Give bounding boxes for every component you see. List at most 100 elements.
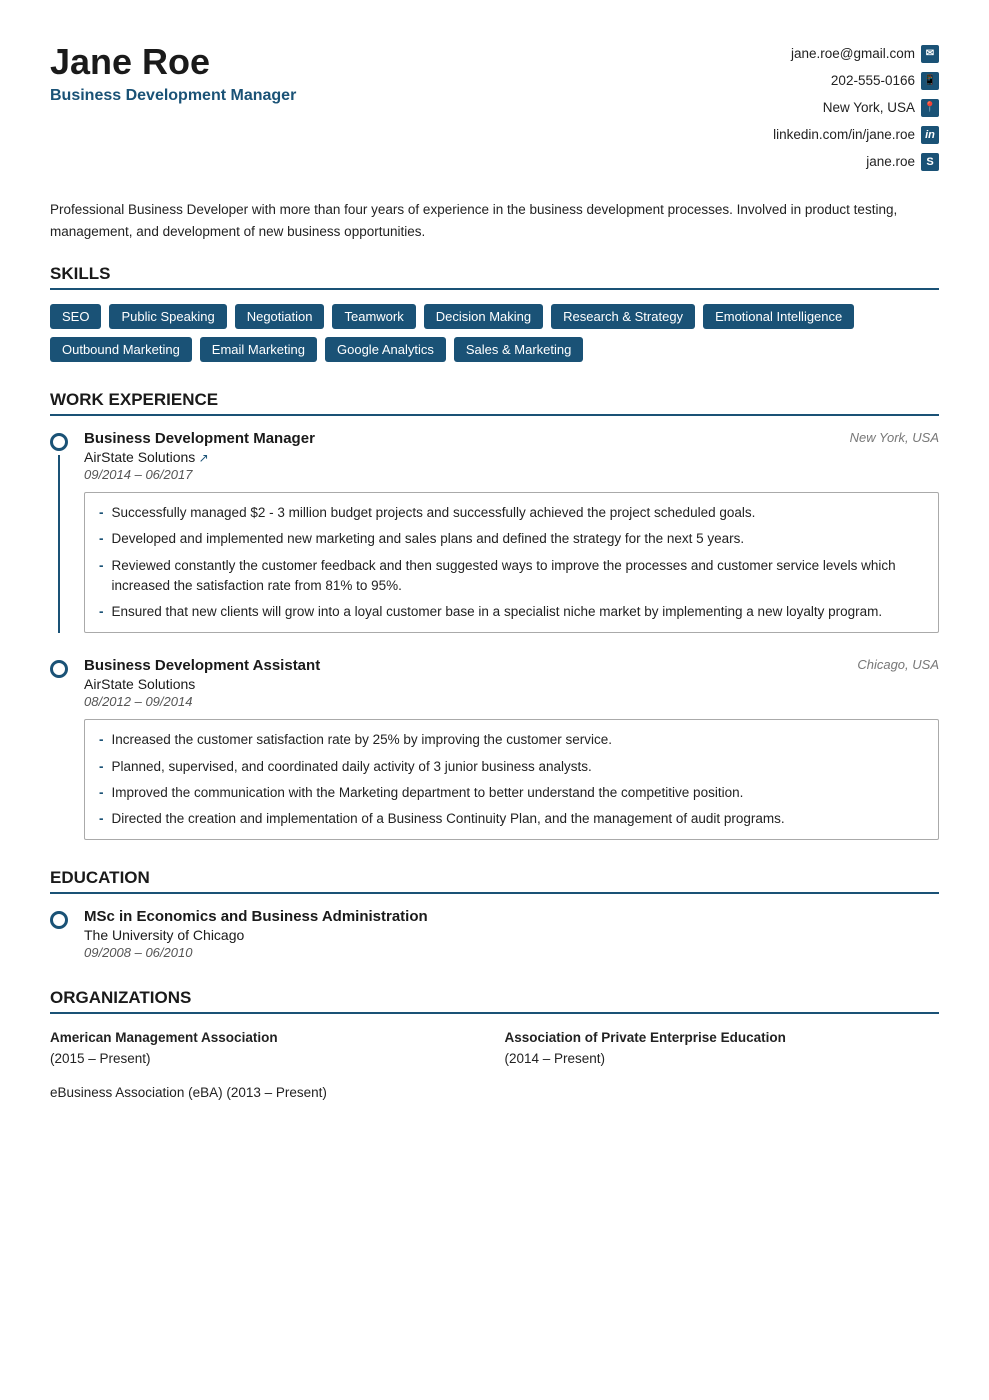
entry-location: Chicago, USA: [857, 657, 939, 672]
skill-tag: Sales & Marketing: [454, 337, 584, 362]
bullet-item: -Increased the customer satisfaction rat…: [99, 730, 924, 750]
entry-job-title: Business Development Assistant: [84, 657, 320, 674]
bullet-dash: -: [99, 602, 104, 622]
bullet-text: Developed and implemented new marketing …: [112, 529, 745, 549]
timeline-dot: [50, 433, 68, 451]
linkedin-icon: in: [921, 126, 939, 144]
bullet-item: -Successfully managed $2 - 3 million bud…: [99, 503, 924, 523]
skill-tag: Email Marketing: [200, 337, 317, 362]
entry-dates: 08/2012 – 09/2014: [84, 694, 320, 709]
entry-company: AirState Solutions ↗: [84, 449, 315, 465]
work-experience-title: WORK EXPERIENCE: [50, 390, 939, 416]
org-item: eBusiness Association (eBA) (2013 – Pres…: [50, 1083, 939, 1103]
candidate-title: Business Development Manager: [50, 87, 773, 105]
location-icon: 📍: [921, 99, 939, 117]
phone-icon: 📱: [921, 72, 939, 90]
education-title: EDUCATION: [50, 868, 939, 894]
bullet-text: Reviewed constantly the customer feedbac…: [112, 556, 925, 597]
edu-dot-col: [50, 908, 68, 960]
skill-tag: Public Speaking: [109, 304, 226, 329]
entry-company: AirState Solutions: [84, 676, 320, 692]
portfolio-row: jane.roe S: [773, 148, 939, 175]
entry-content: Business Development Assistant AirState S…: [84, 657, 939, 840]
skill-tag: Decision Making: [424, 304, 543, 329]
timeline-dot: [50, 660, 68, 678]
entry-bullets: -Increased the customer satisfaction rat…: [84, 719, 939, 840]
phone-text: 202-555-0166: [831, 67, 915, 94]
org-name: American Management Association: [50, 1030, 278, 1045]
bullet-item: -Planned, supervised, and coordinated da…: [99, 757, 924, 777]
education-entries: MSc in Economics and Business Administra…: [50, 908, 939, 960]
bullet-item: -Developed and implemented new marketing…: [99, 529, 924, 549]
portfolio-icon: S: [921, 153, 939, 171]
edu-school: The University of Chicago: [84, 927, 939, 943]
edu-dates: 09/2008 – 06/2010: [84, 945, 939, 960]
edu-degree: MSc in Economics and Business Administra…: [84, 908, 939, 925]
contact-info: jane.roe@gmail.com ✉ 202-555-0166 📱 New …: [773, 40, 939, 175]
work-experience-section: WORK EXPERIENCE Business Development Man…: [50, 390, 939, 840]
entry-location: New York, USA: [850, 430, 939, 445]
bullet-item: -Reviewed constantly the customer feedba…: [99, 556, 924, 597]
skill-tag: Google Analytics: [325, 337, 446, 362]
linkedin-text: linkedin.com/in/jane.roe: [773, 121, 915, 148]
entry-left-col: Business Development Manager AirState Sol…: [84, 430, 315, 482]
skills-section: SKILLS SEO Public Speaking Negotiation Team…: [50, 264, 939, 362]
skill-tag: Teamwork: [332, 304, 415, 329]
portfolio-text: jane.roe: [866, 148, 915, 175]
entry-job-title: Business Development Manager: [84, 430, 315, 447]
email-text: jane.roe@gmail.com: [791, 40, 915, 67]
entry-header-row: Business Development Assistant AirState S…: [84, 657, 939, 709]
candidate-name: Jane Roe: [50, 40, 773, 83]
resume-header: Jane Roe Business Development Manager ja…: [50, 40, 939, 175]
bullet-dash: -: [99, 757, 104, 777]
external-link-icon: ↗: [195, 451, 208, 465]
entry-left-col: Business Development Assistant AirState S…: [84, 657, 320, 709]
linkedin-row: linkedin.com/in/jane.roe in: [773, 121, 939, 148]
location-row: New York, USA 📍: [773, 94, 939, 121]
bullet-text: Ensured that new clients will grow into …: [112, 602, 883, 622]
education-entry: MSc in Economics and Business Administra…: [50, 908, 939, 960]
timeline-line: [58, 455, 60, 633]
organizations-grid: American Management Association (2015 – P…: [50, 1028, 939, 1103]
org-dates: (2014 – Present): [505, 1051, 606, 1066]
email-row: jane.roe@gmail.com ✉: [773, 40, 939, 67]
bullet-item: -Ensured that new clients will grow into…: [99, 602, 924, 622]
org-name: Association of Private Enterprise Educat…: [505, 1030, 786, 1045]
bullet-dash: -: [99, 503, 104, 523]
entry-dates: 09/2014 – 06/2017: [84, 467, 315, 482]
timeline-dot-col: [50, 657, 68, 840]
bullet-dash: -: [99, 730, 104, 750]
bullet-text: Improved the communication with the Mark…: [112, 783, 744, 803]
bullet-dash: -: [99, 783, 104, 803]
organizations-title: ORGANIZATIONS: [50, 988, 939, 1014]
bullet-dash: -: [99, 529, 104, 549]
skill-tag: Emotional Intelligence: [703, 304, 854, 329]
work-entries: Business Development Manager AirState Sol…: [50, 430, 939, 840]
location-text: New York, USA: [823, 94, 915, 121]
skill-tag: SEO: [50, 304, 101, 329]
bullet-dash: -: [99, 809, 104, 829]
email-icon: ✉: [921, 45, 939, 63]
bullet-text: Successfully managed $2 - 3 million budg…: [112, 503, 756, 523]
timeline-dot-col: [50, 430, 68, 633]
skill-tag: Outbound Marketing: [50, 337, 192, 362]
skills-section-title: SKILLS: [50, 264, 939, 290]
skills-container: SEO Public Speaking Negotiation Teamwork Dec…: [50, 304, 939, 362]
bullet-item: -Improved the communication with the Mar…: [99, 783, 924, 803]
edu-dot: [50, 911, 68, 929]
bullet-text: Increased the customer satisfaction rate…: [112, 730, 612, 750]
org-item: Association of Private Enterprise Educat…: [505, 1028, 940, 1069]
bullet-text: Directed the creation and implementation…: [112, 809, 785, 829]
header-left: Jane Roe Business Development Manager: [50, 40, 773, 105]
org-item: American Management Association (2015 – P…: [50, 1028, 485, 1069]
org-dates: (2015 – Present): [50, 1051, 151, 1066]
work-entry: Business Development Assistant AirState S…: [50, 657, 939, 840]
entry-content: Business Development Manager AirState Sol…: [84, 430, 939, 633]
entry-bullets: -Successfully managed $2 - 3 million bud…: [84, 492, 939, 633]
organizations-section: ORGANIZATIONS American Management Associ…: [50, 988, 939, 1103]
skill-tag: Negotiation: [235, 304, 325, 329]
bullet-dash: -: [99, 556, 104, 597]
phone-row: 202-555-0166 📱: [773, 67, 939, 94]
work-entry: Business Development Manager AirState Sol…: [50, 430, 939, 633]
summary-text: Professional Business Developer with mor…: [50, 199, 939, 242]
